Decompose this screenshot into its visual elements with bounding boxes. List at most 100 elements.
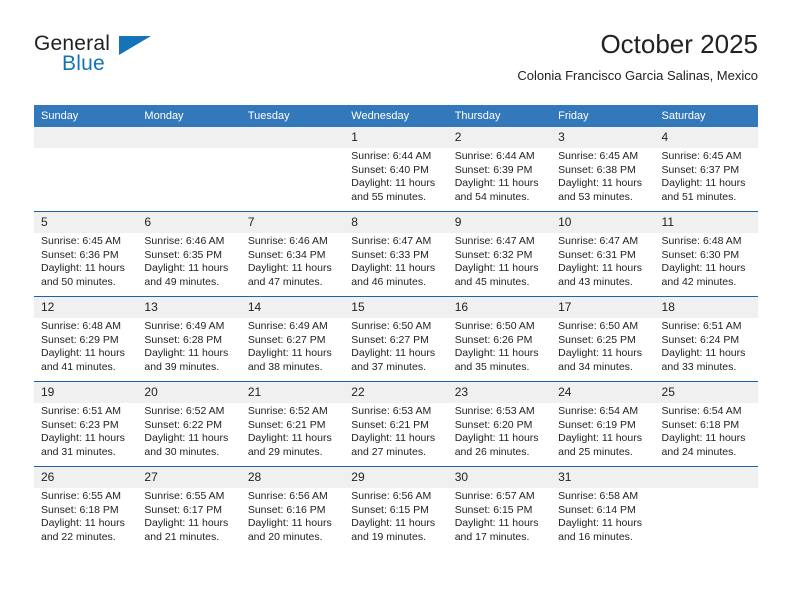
calendar-empty-cell	[654, 466, 758, 551]
daylight-text: Daylight: 11 hours and 54 minutes.	[454, 177, 539, 203]
calendar-day-cell[interactable]: 10 Sunrise: 6:47 AM Sunset: 6:31 PM Dayligh…	[551, 211, 655, 297]
daylight-text: Daylight: 11 hours and 25 minutes.	[558, 432, 642, 458]
sunset-text: Sunset: 6:20 PM	[454, 418, 533, 431]
weekday-header-tuesday: Tuesday	[240, 105, 345, 127]
logo-word-blue: Blue	[62, 52, 105, 75]
daylight-text: Daylight: 11 hours and 24 minutes.	[661, 432, 746, 458]
calendar-day-cell[interactable]: 26 Sunrise: 6:55 AM Sunset: 6:18 PM Dayligh…	[34, 466, 138, 551]
daylight-text: Daylight: 11 hours and 19 minutes.	[351, 517, 436, 543]
day-details: Sunrise: 6:48 AM Sunset: 6:30 PM Daylight:…	[655, 233, 758, 289]
day-number: 1	[344, 127, 448, 148]
calendar-day-cell[interactable]: 18 Sunrise: 6:51 AM Sunset: 6:24 PM Dayligh…	[654, 296, 758, 382]
calendar-day-cell[interactable]: 28 Sunrise: 6:56 AM Sunset: 6:16 PM Dayligh…	[240, 466, 345, 551]
sunrise-text: Sunrise: 6:51 AM	[661, 320, 742, 332]
calendar-day-cell[interactable]: 6 Sunrise: 6:46 AM Sunset: 6:35 PM Daylight…	[137, 211, 241, 297]
calendar-day-cell[interactable]: 16 Sunrise: 6:50 AM Sunset: 6:26 PM Dayligh…	[447, 296, 552, 382]
calendar-day-cell[interactable]: 17 Sunrise: 6:50 AM Sunset: 6:25 PM Dayligh…	[551, 296, 655, 382]
weekday-header-row: Sunday Monday Tuesday Wednesday Thursday…	[34, 105, 758, 127]
day-number	[240, 127, 345, 148]
sunset-text: Sunset: 6:30 PM	[661, 248, 740, 261]
day-details: Sunrise: 6:45 AM Sunset: 6:37 PM Daylight:…	[655, 148, 758, 204]
calendar-day-cell[interactable]: 20 Sunrise: 6:52 AM Sunset: 6:22 PM Dayligh…	[137, 381, 241, 467]
calendar-day-cell[interactable]: 31 Sunrise: 6:58 AM Sunset: 6:14 PM Dayligh…	[551, 466, 655, 551]
calendar-day-cell[interactable]: 22 Sunrise: 6:53 AM Sunset: 6:21 PM Dayligh…	[344, 381, 448, 467]
sunset-text: Sunset: 6:24 PM	[661, 333, 740, 346]
day-details: Sunrise: 6:45 AM Sunset: 6:36 PM Daylight:…	[34, 233, 137, 289]
calendar-day-cell[interactable]: 30 Sunrise: 6:57 AM Sunset: 6:15 PM Dayligh…	[447, 466, 552, 551]
day-details: Sunrise: 6:47 AM Sunset: 6:31 PM Daylight:…	[551, 233, 654, 289]
calendar-day-cell[interactable]: 8 Sunrise: 6:47 AM Sunset: 6:33 PM Daylight…	[344, 211, 448, 297]
daylight-text: Daylight: 11 hours and 41 minutes.	[41, 347, 125, 373]
sunrise-text: Sunrise: 6:52 AM	[247, 405, 328, 417]
day-number: 17	[551, 297, 655, 318]
calendar-day-cell[interactable]: 29 Sunrise: 6:56 AM Sunset: 6:15 PM Dayligh…	[344, 466, 448, 551]
sunset-text: Sunset: 6:21 PM	[247, 418, 326, 431]
sunset-text: Sunset: 6:16 PM	[247, 503, 326, 516]
day-number: 28	[240, 467, 345, 488]
day-number: 23	[447, 382, 552, 403]
daylight-text: Daylight: 11 hours and 45 minutes.	[454, 262, 539, 288]
sunset-text: Sunset: 6:22 PM	[144, 418, 223, 431]
day-number: 19	[34, 382, 138, 403]
sunrise-text: Sunrise: 6:50 AM	[558, 320, 639, 332]
calendar-day-cell[interactable]: 11 Sunrise: 6:48 AM Sunset: 6:30 PM Dayligh…	[654, 211, 758, 297]
page-title: October 2025	[600, 29, 758, 59]
calendar-day-cell[interactable]: 19 Sunrise: 6:51 AM Sunset: 6:23 PM Dayligh…	[34, 381, 138, 467]
calendar-day-cell[interactable]: 25 Sunrise: 6:54 AM Sunset: 6:18 PM Dayligh…	[654, 381, 758, 467]
day-details: Sunrise: 6:50 AM Sunset: 6:26 PM Daylight:…	[448, 318, 551, 374]
calendar-day-cell[interactable]: 12 Sunrise: 6:48 AM Sunset: 6:29 PM Dayligh…	[34, 296, 138, 382]
day-number: 14	[240, 297, 345, 318]
daylight-text: Daylight: 11 hours and 50 minutes.	[41, 262, 125, 288]
calendar-day-cell[interactable]: 1 Sunrise: 6:44 AM Sunset: 6:40 PM Daylight…	[344, 127, 448, 212]
day-number: 12	[34, 297, 138, 318]
day-details: Sunrise: 6:57 AM Sunset: 6:15 PM Daylight:…	[448, 488, 551, 544]
sunset-text: Sunset: 6:18 PM	[41, 503, 119, 516]
sunrise-text: Sunrise: 6:44 AM	[454, 150, 535, 162]
sunrise-text: Sunrise: 6:45 AM	[558, 150, 639, 162]
calendar-day-cell[interactable]: 7 Sunrise: 6:46 AM Sunset: 6:34 PM Daylight…	[240, 211, 345, 297]
sunrise-text: Sunrise: 6:54 AM	[661, 405, 742, 417]
day-details: Sunrise: 6:54 AM Sunset: 6:19 PM Daylight:…	[551, 403, 654, 459]
daylight-text: Daylight: 11 hours and 29 minutes.	[247, 432, 332, 458]
sunrise-text: Sunrise: 6:46 AM	[247, 235, 328, 247]
sunset-text: Sunset: 6:38 PM	[558, 163, 636, 176]
day-number: 18	[654, 297, 758, 318]
day-number: 15	[344, 297, 448, 318]
calendar-day-cell[interactable]: 23 Sunrise: 6:53 AM Sunset: 6:20 PM Dayligh…	[447, 381, 552, 467]
calendar-day-cell[interactable]: 13 Sunrise: 6:49 AM Sunset: 6:28 PM Dayligh…	[137, 296, 241, 382]
calendar-day-cell[interactable]: 24 Sunrise: 6:54 AM Sunset: 6:19 PM Dayligh…	[551, 381, 655, 467]
day-details: Sunrise: 6:53 AM Sunset: 6:20 PM Daylight:…	[448, 403, 551, 459]
sunset-text: Sunset: 6:32 PM	[454, 248, 533, 261]
calendar-day-cell[interactable]: 14 Sunrise: 6:49 AM Sunset: 6:27 PM Dayligh…	[240, 296, 345, 382]
day-details: Sunrise: 6:52 AM Sunset: 6:22 PM Daylight:…	[137, 403, 240, 459]
calendar-day-cell[interactable]: 4 Sunrise: 6:45 AM Sunset: 6:37 PM Daylight…	[654, 127, 758, 212]
day-number	[137, 127, 241, 148]
sunset-text: Sunset: 6:21 PM	[351, 418, 429, 431]
sunset-text: Sunset: 6:28 PM	[144, 333, 223, 346]
daylight-text: Daylight: 11 hours and 37 minutes.	[351, 347, 436, 373]
calendar-day-cell[interactable]: 9 Sunrise: 6:47 AM Sunset: 6:32 PM Daylight…	[447, 211, 552, 297]
calendar-day-cell[interactable]: 2 Sunrise: 6:44 AM Sunset: 6:39 PM Daylight…	[447, 127, 552, 212]
day-number: 30	[447, 467, 552, 488]
general-blue-logo[interactable]: General Blue	[34, 32, 234, 92]
day-number: 6	[137, 212, 241, 233]
sunset-text: Sunset: 6:29 PM	[41, 333, 119, 346]
sunset-text: Sunset: 6:26 PM	[454, 333, 533, 346]
sunrise-text: Sunrise: 6:56 AM	[247, 490, 328, 502]
day-number: 10	[551, 212, 655, 233]
calendar-day-cell[interactable]: 27 Sunrise: 6:55 AM Sunset: 6:17 PM Dayligh…	[137, 466, 241, 551]
calendar-day-cell[interactable]: 5 Sunrise: 6:45 AM Sunset: 6:36 PM Daylight…	[34, 211, 138, 297]
day-details: Sunrise: 6:51 AM Sunset: 6:24 PM Daylight:…	[655, 318, 758, 374]
calendar-empty-cell	[137, 127, 241, 212]
sunset-text: Sunset: 6:23 PM	[41, 418, 119, 431]
daylight-text: Daylight: 11 hours and 55 minutes.	[351, 177, 436, 203]
calendar-week-row: 19 Sunrise: 6:51 AM Sunset: 6:23 PM Dayligh…	[34, 381, 758, 467]
page-header: General Blue October 2025 Colonia Franci…	[34, 28, 758, 98]
sunrise-text: Sunrise: 6:53 AM	[351, 405, 432, 417]
calendar-day-cell[interactable]: 15 Sunrise: 6:50 AM Sunset: 6:27 PM Dayligh…	[344, 296, 448, 382]
calendar-day-cell[interactable]: 21 Sunrise: 6:52 AM Sunset: 6:21 PM Dayligh…	[240, 381, 345, 467]
sunset-text: Sunset: 6:15 PM	[351, 503, 429, 516]
sunset-text: Sunset: 6:36 PM	[41, 248, 119, 261]
sunrise-text: Sunrise: 6:44 AM	[351, 150, 432, 162]
calendar-day-cell[interactable]: 3 Sunrise: 6:45 AM Sunset: 6:38 PM Daylight…	[551, 127, 655, 212]
